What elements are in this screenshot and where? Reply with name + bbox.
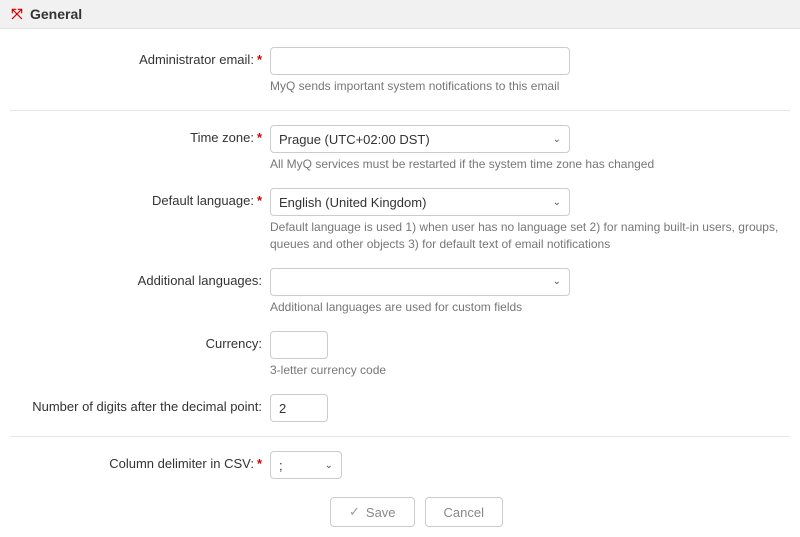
time-zone-hint: All MyQ services must be restarted if th… — [270, 156, 780, 172]
currency-hint: 3-letter currency code — [270, 362, 780, 378]
required-marker: * — [257, 456, 262, 471]
required-marker: * — [257, 193, 262, 208]
save-button[interactable]: ✓ Save — [330, 497, 415, 527]
required-marker: * — [257, 52, 262, 67]
decimal-digits-input[interactable] — [270, 394, 328, 422]
csv-delimiter-select[interactable]: ; ⌄ — [270, 451, 342, 479]
admin-email-input[interactable] — [270, 47, 570, 75]
default-language-select[interactable]: English (United Kingdom) ⌄ — [270, 188, 570, 216]
currency-label: Currency: — [10, 331, 270, 353]
additional-languages-hint: Additional languages are used for custom… — [270, 299, 780, 315]
settings-form: Administrator email:* MyQ sends importan… — [0, 29, 800, 537]
chevron-down-icon: ⌄ — [553, 276, 561, 287]
required-marker: * — [257, 130, 262, 145]
default-language-label: Default language:* — [10, 188, 270, 210]
settings-icon — [10, 7, 24, 21]
chevron-down-icon: ⌄ — [325, 460, 333, 471]
cancel-button[interactable]: Cancel — [425, 497, 503, 527]
csv-delimiter-label: Column delimiter in CSV:* — [10, 451, 270, 473]
divider — [10, 436, 790, 437]
currency-input[interactable] — [270, 331, 328, 359]
chevron-down-icon: ⌄ — [553, 197, 561, 208]
chevron-down-icon: ⌄ — [553, 134, 561, 145]
admin-email-hint: MyQ sends important system notifications… — [270, 78, 780, 94]
default-language-hint: Default language is used 1) when user ha… — [270, 219, 780, 251]
additional-languages-label: Additional languages: — [10, 268, 270, 290]
decimal-digits-label: Number of digits after the decimal point… — [10, 394, 270, 416]
admin-email-label: Administrator email:* — [10, 47, 270, 69]
additional-languages-select[interactable]: ⌄ — [270, 268, 570, 296]
panel-header: General — [0, 0, 800, 29]
divider — [10, 110, 790, 111]
panel-title: General — [30, 6, 82, 22]
check-icon: ✓ — [349, 504, 360, 520]
time-zone-select[interactable]: Prague (UTC+02:00 DST) ⌄ — [270, 125, 570, 153]
time-zone-label: Time zone:* — [10, 125, 270, 147]
